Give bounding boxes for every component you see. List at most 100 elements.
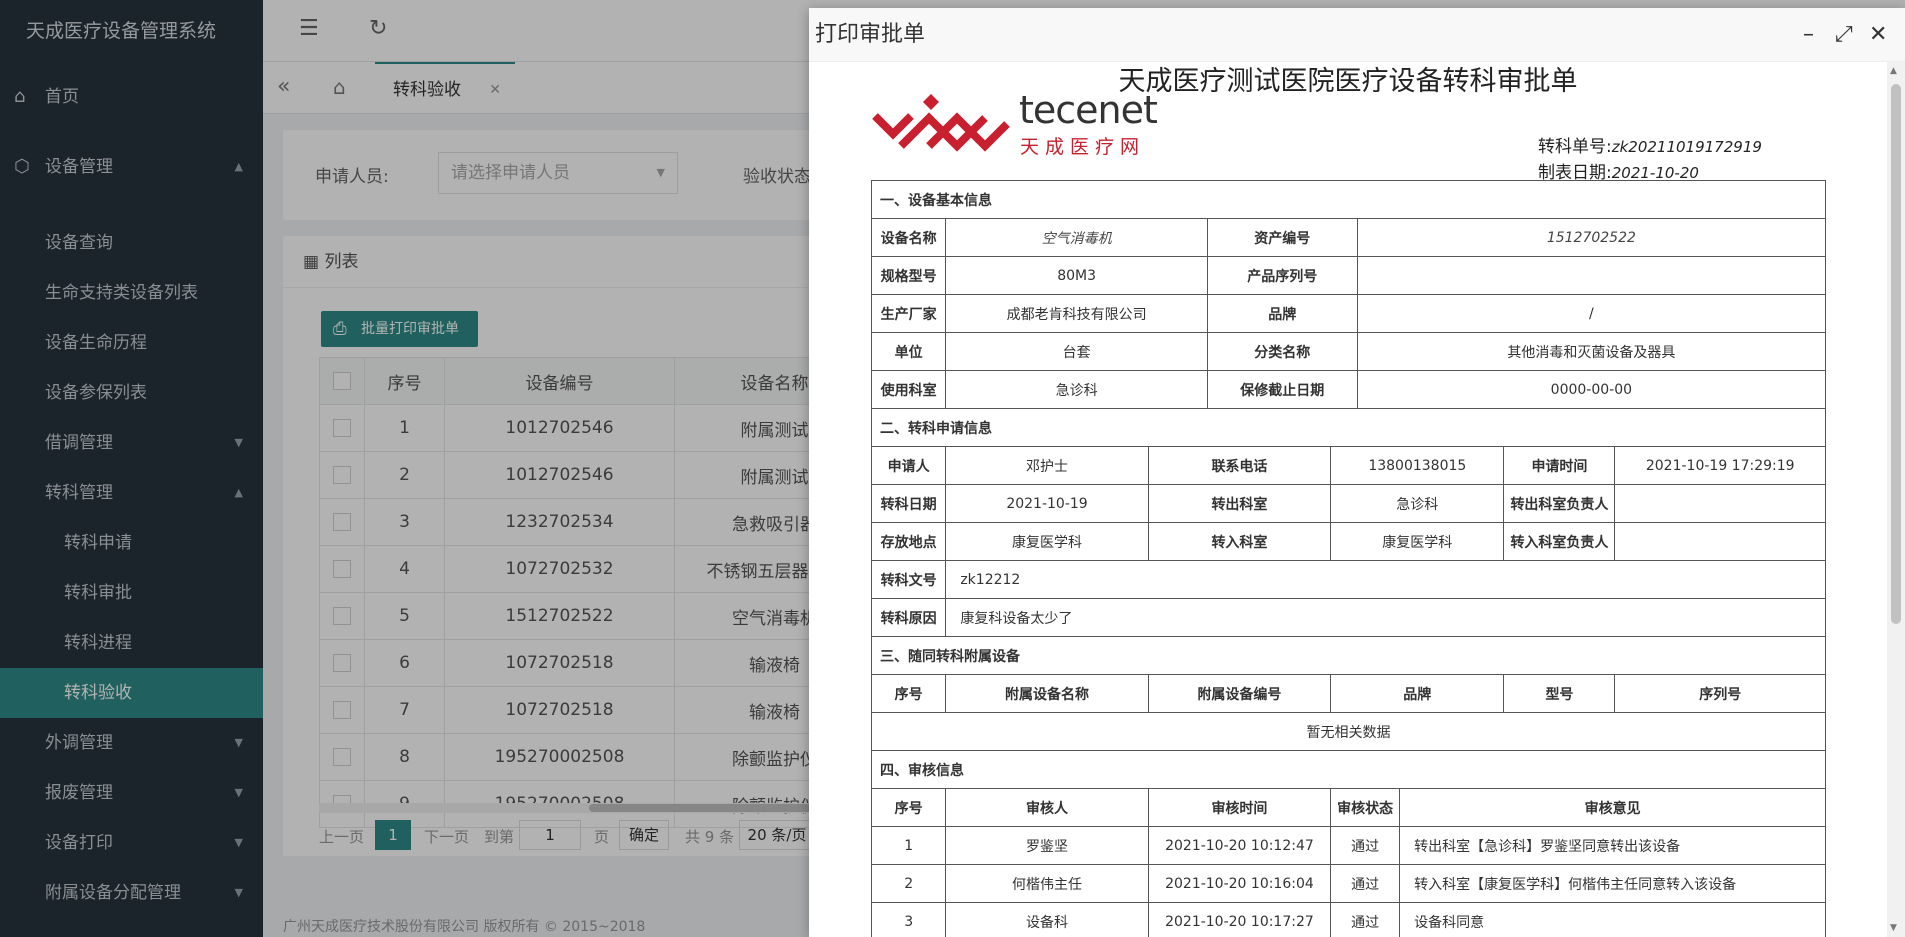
review-row: 1 罗鉴坚 2021-10-20 10:12:47 通过 转出科室【急诊科】罗鉴坚同意转… [870, 826, 1826, 865]
basic-value: 0000-00-00 [1356, 370, 1827, 409]
apply-value: 康复医学科 [945, 522, 1149, 561]
doc-row: 单位 台套 分类名称 其他消毒和灭菌设备及器具 [870, 332, 1827, 371]
rev-opinion: 设备科同意 [1399, 902, 1826, 937]
apply-value: 急诊科 [1330, 484, 1505, 523]
doc-row: 转科文号 zk12212 [870, 560, 1826, 599]
order-number-label: 转科单号: [1538, 137, 1612, 157]
doc-row: 设备名称 空气消毒机 资产编号 1512702522 [870, 218, 1827, 257]
acc-col-no: 附属设备编号 [1147, 674, 1332, 713]
apply-label: 转入科室负责人 [1503, 522, 1616, 561]
maximize-icon[interactable]: ⤢ [1835, 8, 1853, 62]
scroll-up-icon[interactable]: ▲ [1890, 66, 1897, 76]
basic-label: 资产编号 [1206, 218, 1358, 257]
apply-value: 邓护士 [945, 446, 1149, 485]
doc-row: 生产厂家 成都老肯科技有限公司 品牌 / [870, 294, 1827, 333]
doc-no-label: 转科文号 [870, 560, 947, 599]
modal-title: 打印审批单 [815, 22, 926, 47]
review-row: 3 设备科 2021-10-20 10:17:27 通过 设备科同意 [870, 902, 1826, 937]
section-row: 二、转科申请信息 [871, 408, 1826, 447]
review-row: 2 何楷伟主任 2021-10-20 10:16:04 通过 转入科室【康复医学科】何楷… [870, 864, 1826, 903]
rev-opinion: 转出科室【急诊科】罗鉴坚同意转出该设备 [1399, 826, 1826, 865]
rev-col-status: 审核状态 [1330, 788, 1401, 827]
basic-label: 保修截止日期 [1206, 370, 1358, 409]
basic-value: 其他消毒和灭菌设备及器具 [1356, 332, 1827, 371]
basic-label: 单位 [870, 332, 947, 371]
scroll-down-icon[interactable]: ▼ [1890, 923, 1897, 933]
doc-row: 使用科室 急诊科 保修截止日期 0000-00-00 [870, 370, 1827, 409]
minimize-icon[interactable]: – [1803, 8, 1814, 62]
rev-time: 2021-10-20 10:17:27 [1147, 902, 1332, 937]
rev-index: 3 [870, 902, 947, 937]
section-row: 一、设备基本信息 [871, 180, 1826, 219]
rev-status: 通过 [1330, 864, 1401, 903]
basic-label: 分类名称 [1206, 332, 1358, 371]
doc-row: 转科原因 康复科设备太少了 [870, 598, 1826, 637]
acc-col-serial: 序列号 [1614, 674, 1826, 713]
logo-text: tecenet [1019, 88, 1158, 132]
section-row: 三、随同转科附属设备 [871, 636, 1826, 675]
section-apply-info: 二、转科申请信息 [871, 408, 1826, 447]
apply-label: 转出科室 [1147, 484, 1332, 523]
order-number-value: zk20211019172919 [1611, 138, 1762, 156]
apply-value: 康复医学科 [1330, 522, 1505, 561]
accessory-empty: 暂无相关数据 [871, 712, 1826, 751]
rev-index: 1 [870, 826, 947, 865]
doc-row: 申请人 邓护士 联系电话 13800138015 申请时间 2021-10-19 17:2… [870, 446, 1826, 485]
section-row: 四、审核信息 [871, 750, 1826, 789]
rev-time: 2021-10-20 10:16:04 [1147, 864, 1332, 903]
acc-col-index: 序号 [870, 674, 947, 713]
rev-reviewer: 设备科 [945, 902, 1149, 937]
rev-status: 通过 [1330, 826, 1401, 865]
basic-value: 急诊科 [945, 370, 1208, 409]
close-icon[interactable]: ✕ [1869, 8, 1887, 62]
rev-status: 通过 [1330, 902, 1401, 937]
section-review: 四、审核信息 [871, 750, 1826, 789]
app-window: 天成医疗设备管理系统 ⌂ 首页 ⬡ 设备管理 ▲ 设备查询 生命支持类设备列表 … [0, 0, 1905, 937]
doc-row: 规格型号 80M3 产品序列号 [870, 256, 1827, 295]
rev-reviewer: 罗鉴坚 [945, 826, 1149, 865]
doc-row: 存放地点 康复医学科 转入科室 康复医学科 转入科室负责人 [870, 522, 1826, 561]
rev-col-time: 审核时间 [1147, 788, 1332, 827]
apply-value [1614, 484, 1826, 523]
reason-value: 康复科设备太少了 [945, 598, 1826, 637]
doc-row: 转科日期 2021-10-19 转出科室 急诊科 转出科室负责人 [870, 484, 1826, 523]
modal-body: 天成医疗测试医院医疗设备转科审批单 tecenet 天成医疗网 转科单号:zk2… [809, 62, 1887, 937]
apply-label: 申请时间 [1503, 446, 1616, 485]
logo-subtext: 天成医疗网 [1020, 136, 1146, 158]
reason-label: 转科原因 [870, 598, 947, 637]
basic-value: 80M3 [945, 256, 1208, 295]
modal-header: 打印审批单 – ⤢ ✕ [809, 8, 1905, 62]
apply-value: 2021-10-19 [945, 484, 1149, 523]
basic-value: 空气消毒机 [945, 218, 1208, 257]
rev-reviewer: 何楷伟主任 [945, 864, 1149, 903]
rev-time: 2021-10-20 10:12:47 [1147, 826, 1332, 865]
basic-value: 1512702522 [1356, 218, 1827, 257]
tecenet-logo-icon [872, 94, 1010, 152]
rev-col-opinion: 审核意见 [1399, 788, 1826, 827]
apply-label: 申请人 [870, 446, 947, 485]
modal-vertical-scrollbar[interactable]: ▲ ▼ [1887, 62, 1905, 937]
basic-value: 成都老肯科技有限公司 [945, 294, 1208, 333]
modal-scroll-thumb[interactable] [1891, 84, 1901, 624]
acc-col-brand: 品牌 [1330, 674, 1505, 713]
basic-label: 生产厂家 [870, 294, 947, 333]
acc-col-name: 附属设备名称 [945, 674, 1149, 713]
doc-no-value: zk12212 [945, 560, 1826, 599]
apply-value [1614, 522, 1826, 561]
section-basic-info: 一、设备基本信息 [871, 180, 1826, 219]
basic-value: 台套 [945, 332, 1208, 371]
acc-col-model: 型号 [1503, 674, 1616, 713]
acc-header-row: 序号 附属设备名称 附属设备编号 品牌 型号 序列号 [870, 674, 1826, 713]
apply-label: 转出科室负责人 [1503, 484, 1616, 523]
apply-value: 2021-10-19 17:29:19 [1614, 446, 1826, 485]
section-accessory: 三、随同转科附属设备 [871, 636, 1826, 675]
print-approval-modal: 打印审批单 – ⤢ ✕ 天成医疗测试医院医疗设备转科审批单 tecenet 天成… [809, 8, 1905, 937]
basic-label: 产品序列号 [1206, 256, 1358, 295]
basic-value: / [1356, 294, 1827, 333]
basic-label: 使用科室 [870, 370, 947, 409]
approval-document-table: 一、设备基本信息 设备名称 空气消毒机 资产编号 1512702522 规格型号 80M3 产… [870, 180, 1827, 937]
apply-value: 13800138015 [1330, 446, 1505, 485]
apply-label: 联系电话 [1147, 446, 1332, 485]
apply-label: 转入科室 [1147, 522, 1332, 561]
rev-col-index: 序号 [870, 788, 947, 827]
